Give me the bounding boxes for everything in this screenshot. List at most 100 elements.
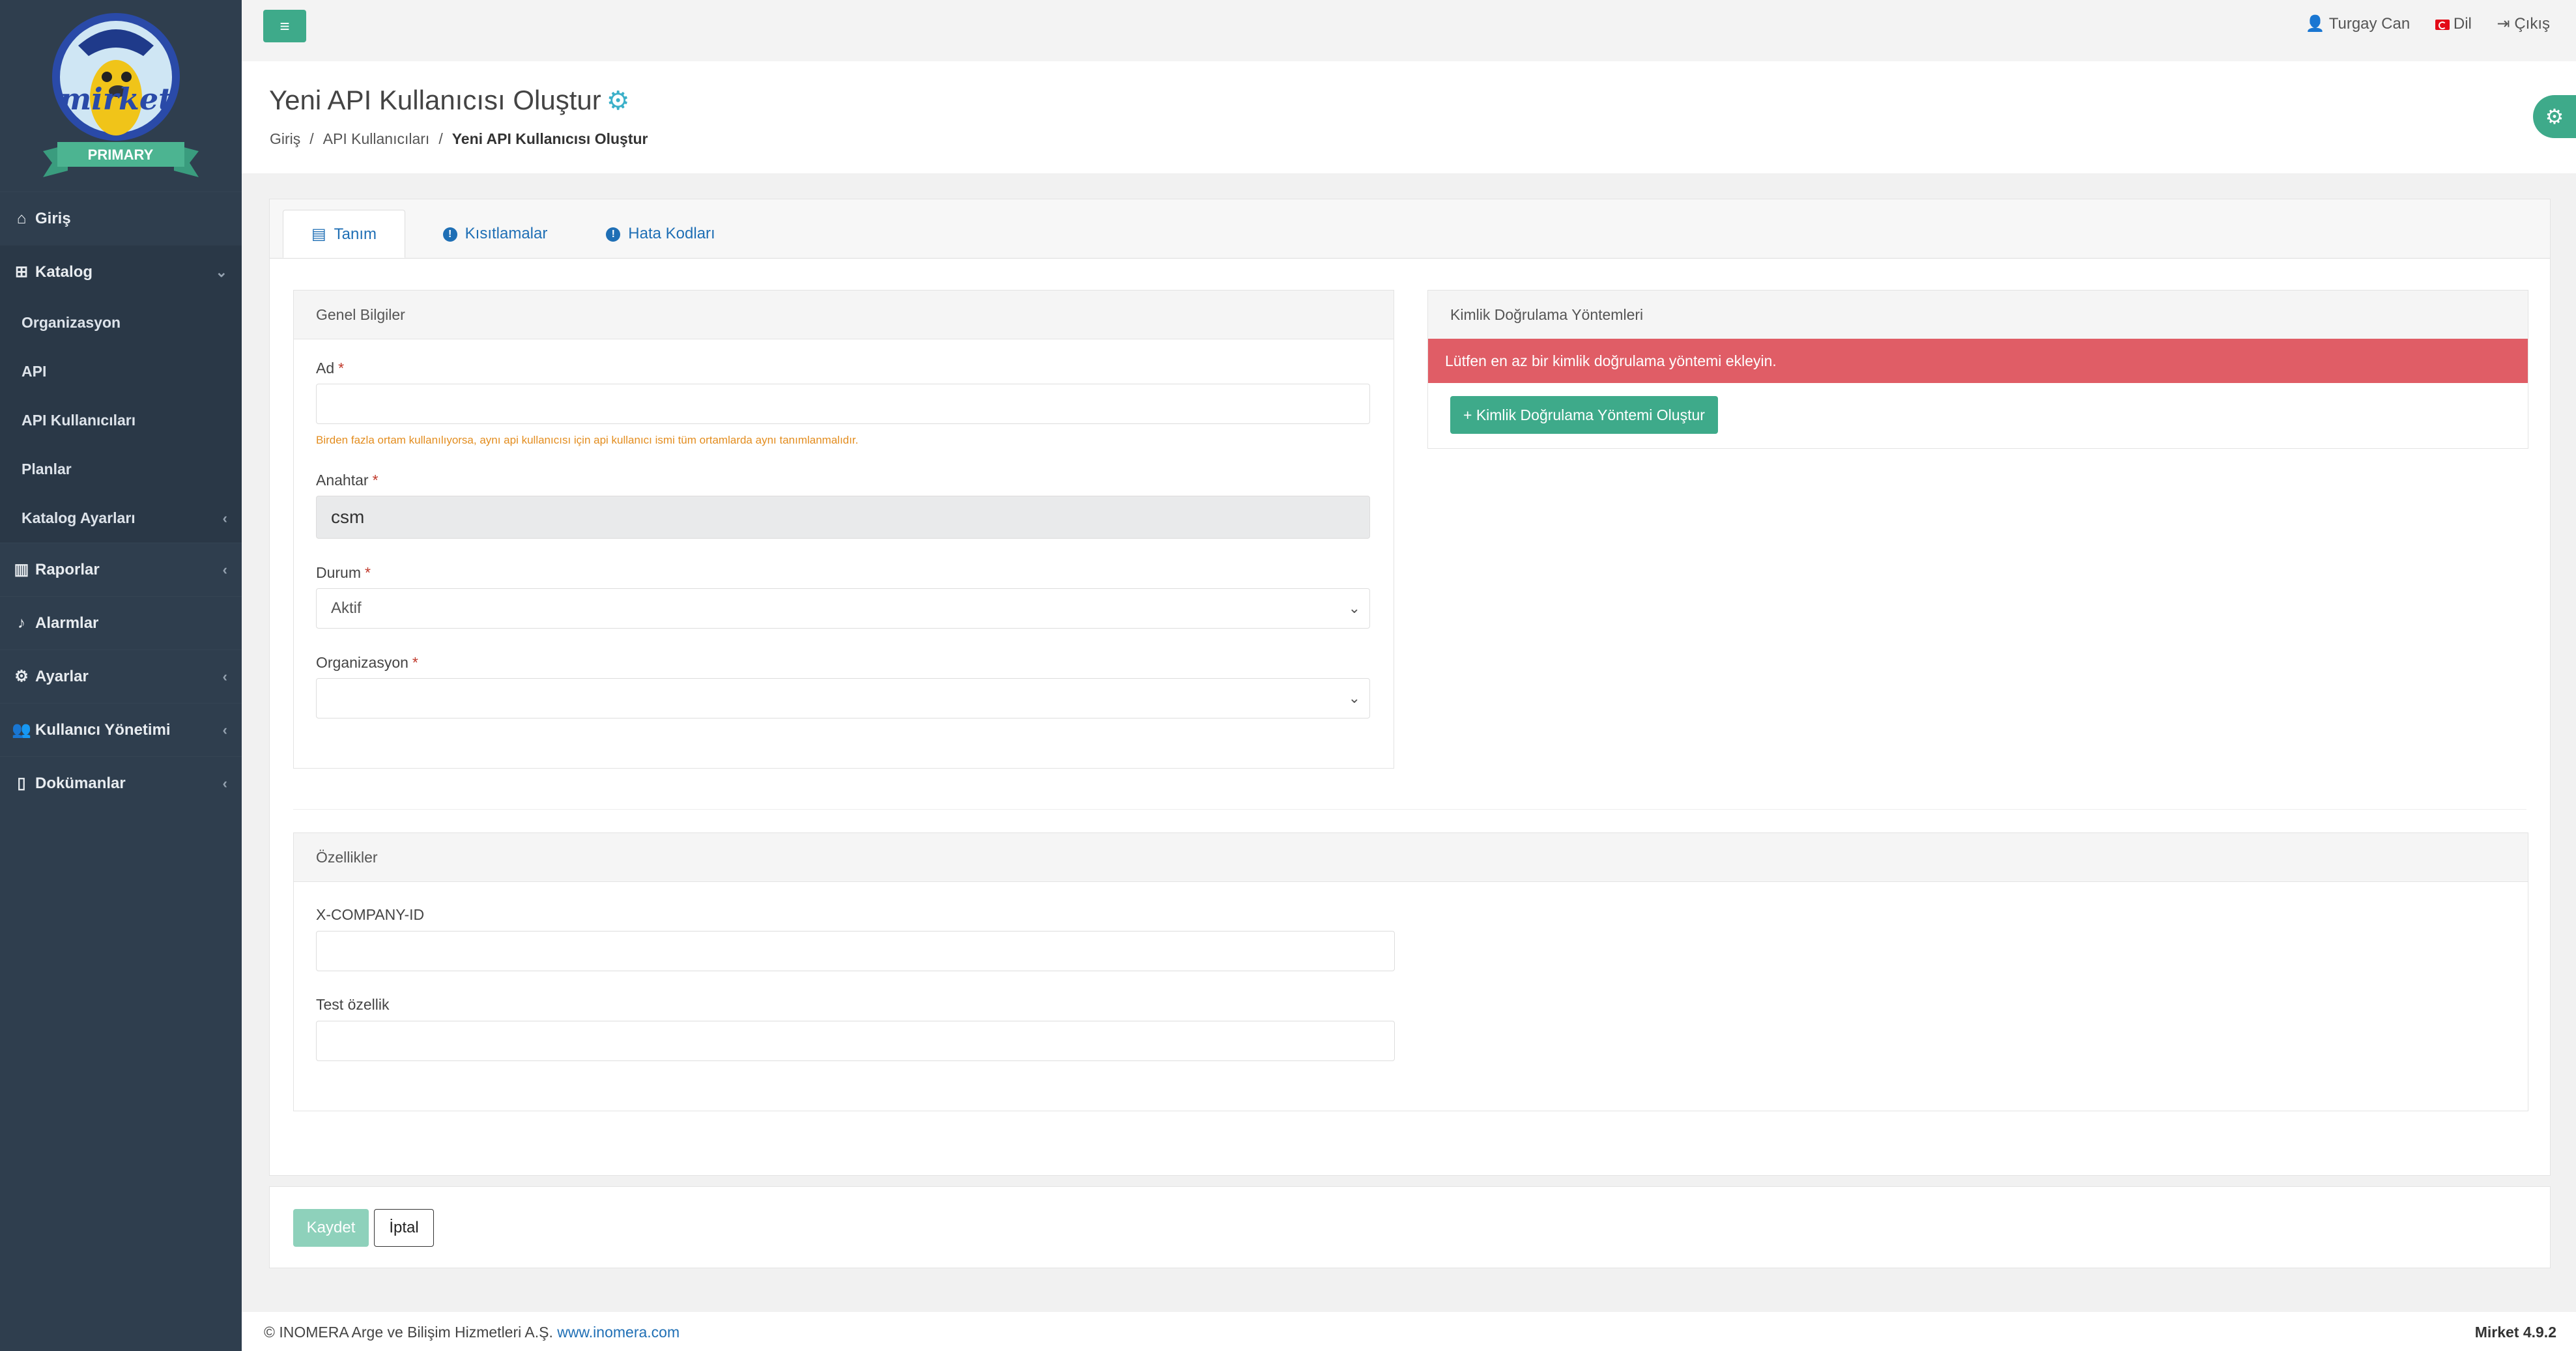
breadcrumb-separator: /	[438, 130, 443, 147]
status-label: Durum *	[316, 564, 371, 582]
tab-label: Tanım	[334, 225, 377, 243]
page-title: Yeni API Kullanıcısı Oluştur ⚙	[269, 85, 630, 116]
status-select-value: Aktif	[331, 599, 362, 617]
sidebar-item-ayarlar[interactable]: ⚙ Ayarlar ‹	[0, 649, 242, 703]
sidebar: mirket PRIMARY ⌂ Giriş ⊞ Katalog ⌄ Organiz…	[0, 0, 242, 1351]
footer-copyright: © INOMERA Arge ve Bilişim Hizmetleri A.Ş…	[264, 1324, 680, 1341]
sidebar-item-label: Katalog	[35, 263, 93, 281]
sidebar-item-giris[interactable]: ⌂ Giriş	[0, 192, 242, 245]
info-icon: !	[606, 227, 621, 242]
sidebar-item-label: Katalog Ayarları	[21, 509, 136, 526]
user-menu[interactable]: 👤 Turgay Can	[2306, 15, 2411, 33]
sidebar-item-dokumanlar[interactable]: ▯ Dokümanlar ‹	[0, 756, 242, 810]
key-label: Anahtar *	[316, 472, 379, 489]
bar-chart-icon: ▥	[14, 561, 29, 578]
form-actions: Kaydet İptal	[269, 1186, 2551, 1268]
company-link[interactable]: www.inomera.com	[557, 1324, 680, 1341]
breadcrumb: Giriş / API Kullanıcıları / Yeni API Kullanı…	[270, 130, 648, 148]
top-right-menu: 👤 Turgay Can Dil ⇥ Çıkış	[2285, 14, 2550, 33]
sidebar-item-alarmlar[interactable]: ♪ Alarmlar	[0, 596, 242, 649]
sidebar-item-label: Dokümanlar	[35, 775, 126, 792]
test-property-label: Test özellik	[316, 996, 390, 1013]
required-mark: *	[338, 360, 345, 377]
page-header: Yeni API Kullanıcısı Oluştur ⚙ Giriş / API …	[242, 61, 2576, 173]
tab-kisitlamalar[interactable]: ! Kısıtlamalar	[417, 210, 573, 258]
katalog-submenu: Organizasyon API API Kullanıcıları Planl…	[0, 298, 242, 543]
properties-box: Özellikler X-COMPANY-ID Test özellik	[293, 832, 2528, 1111]
language-label: Dil	[2453, 15, 2472, 33]
top-bar: ≡ 👤 Turgay Can Dil ⇥ Çıkış	[242, 0, 2576, 61]
status-select[interactable]: Aktif ⌄	[316, 588, 1370, 629]
gears-icon: ⚙	[606, 87, 630, 115]
sidebar-item-raporlar[interactable]: ▥ Raporlar ‹	[0, 543, 242, 596]
sidebar-item-katalog-ayarlari[interactable]: Katalog Ayarları ‹	[0, 494, 242, 543]
tab-tanim[interactable]: ▤ Tanım	[283, 210, 405, 258]
cancel-button[interactable]: İptal	[374, 1209, 434, 1247]
breadcrumb-current: Yeni API Kullanıcısı Oluştur	[451, 130, 648, 147]
tab-label: Kısıtlamalar	[465, 225, 548, 242]
users-icon: 👥	[12, 721, 31, 739]
sidebar-item-label: Giriş	[35, 210, 71, 227]
copyright-text: © INOMERA Arge ve Bilişim Hizmetleri A.Ş…	[264, 1324, 553, 1341]
sign-out-icon: ⇥	[2497, 15, 2510, 33]
gears-icon: ⚙	[14, 668, 29, 685]
x-company-id-label: X-COMPANY-ID	[316, 906, 425, 923]
organization-label-text: Organizasyon	[316, 654, 408, 671]
sidebar-item-label: Kullanıcı Yönetimi	[35, 721, 171, 739]
sitemap-icon: ⊞	[14, 263, 29, 281]
auth-methods-box: Kimlik Doğrulama Yöntemleri Lütfen en az…	[1427, 290, 2528, 449]
tab-hata-kodlari[interactable]: ! Hata Kodları	[582, 210, 739, 258]
name-help-text: Birden fazla ortam kullanılıyorsa, aynı …	[316, 434, 859, 446]
key-input: csm	[316, 496, 1370, 539]
footer: © INOMERA Arge ve Bilişim Hizmetleri A.Ş…	[242, 1312, 2576, 1351]
hamburger-icon: ≡	[279, 16, 290, 36]
sidebar-item-organizasyon[interactable]: Organizasyon	[0, 298, 242, 347]
organization-label: Organizasyon *	[316, 654, 418, 672]
sidebar-item-label: Ayarlar	[35, 668, 89, 685]
chevron-left-icon: ‹	[222, 668, 227, 685]
tab-bar: ▤ Tanım ! Kısıtlamalar ! Hata Kodları	[270, 199, 2550, 259]
status-label-text: Durum	[316, 564, 362, 581]
chevron-down-icon: ⌄	[1348, 600, 1360, 616]
test-property-input[interactable]	[316, 1021, 1395, 1061]
sidebar-item-katalog[interactable]: ⊞ Katalog ⌄	[0, 245, 242, 298]
form-panel: ▤ Tanım ! Kısıtlamalar ! Hata Kodları Genel…	[269, 199, 2551, 1176]
user-name: Turgay Can	[2328, 15, 2411, 33]
logout-link[interactable]: ⇥ Çıkış	[2497, 15, 2550, 33]
required-mark: *	[412, 654, 418, 671]
sidebar-item-api-kullanicilari[interactable]: API Kullanıcıları	[0, 396, 242, 445]
save-button[interactable]: Kaydet	[293, 1209, 369, 1247]
section-divider	[293, 809, 2526, 810]
x-company-id-input[interactable]	[316, 931, 1395, 971]
user-icon: 👤	[2305, 15, 2325, 33]
breadcrumb-separator: /	[309, 130, 314, 147]
document-icon: ▯	[17, 775, 26, 792]
sidebar-item-label: Raporlar	[35, 561, 100, 578]
id-card-icon: ▤	[311, 225, 326, 243]
properties-title: Özellikler	[294, 833, 2528, 882]
brand-logo[interactable]: mirket PRIMARY	[0, 0, 242, 189]
breadcrumb-api-users[interactable]: API Kullanıcıları	[323, 130, 430, 147]
breadcrumb-home[interactable]: Giriş	[270, 130, 300, 147]
organization-select[interactable]: ⌄	[316, 678, 1370, 718]
general-info-box: Genel Bilgiler Ad * Birden fazla ortam ku…	[293, 290, 1394, 769]
sidebar-item-kullanici-yonetimi[interactable]: 👥 Kullanıcı Yönetimi ‹	[0, 703, 242, 756]
sidebar-item-api[interactable]: API	[0, 347, 242, 396]
settings-float-button[interactable]: ⚙	[2533, 95, 2576, 138]
sidebar-item-planlar[interactable]: Planlar	[0, 445, 242, 494]
create-auth-method-button[interactable]: + Kimlik Doğrulama Yöntemi Oluştur	[1450, 396, 1718, 434]
bell-icon: ♪	[18, 614, 25, 632]
chevron-left-icon: ‹	[222, 722, 227, 738]
menu-toggle-button[interactable]: ≡	[263, 10, 306, 42]
required-mark: *	[372, 472, 379, 489]
auth-methods-title: Kimlik Doğrulama Yöntemleri	[1428, 291, 2528, 339]
tab-label: Hata Kodları	[628, 225, 715, 242]
page-title-text: Yeni API Kullanıcısı Oluştur	[269, 85, 601, 115]
name-label-text: Ad	[316, 360, 335, 377]
chevron-down-icon: ⌄	[215, 264, 227, 280]
name-input[interactable]	[316, 384, 1370, 424]
info-icon: !	[442, 227, 457, 242]
flag-tr-icon	[2435, 19, 2450, 30]
language-menu[interactable]: Dil	[2435, 15, 2472, 33]
chevron-left-icon: ‹	[222, 562, 227, 578]
